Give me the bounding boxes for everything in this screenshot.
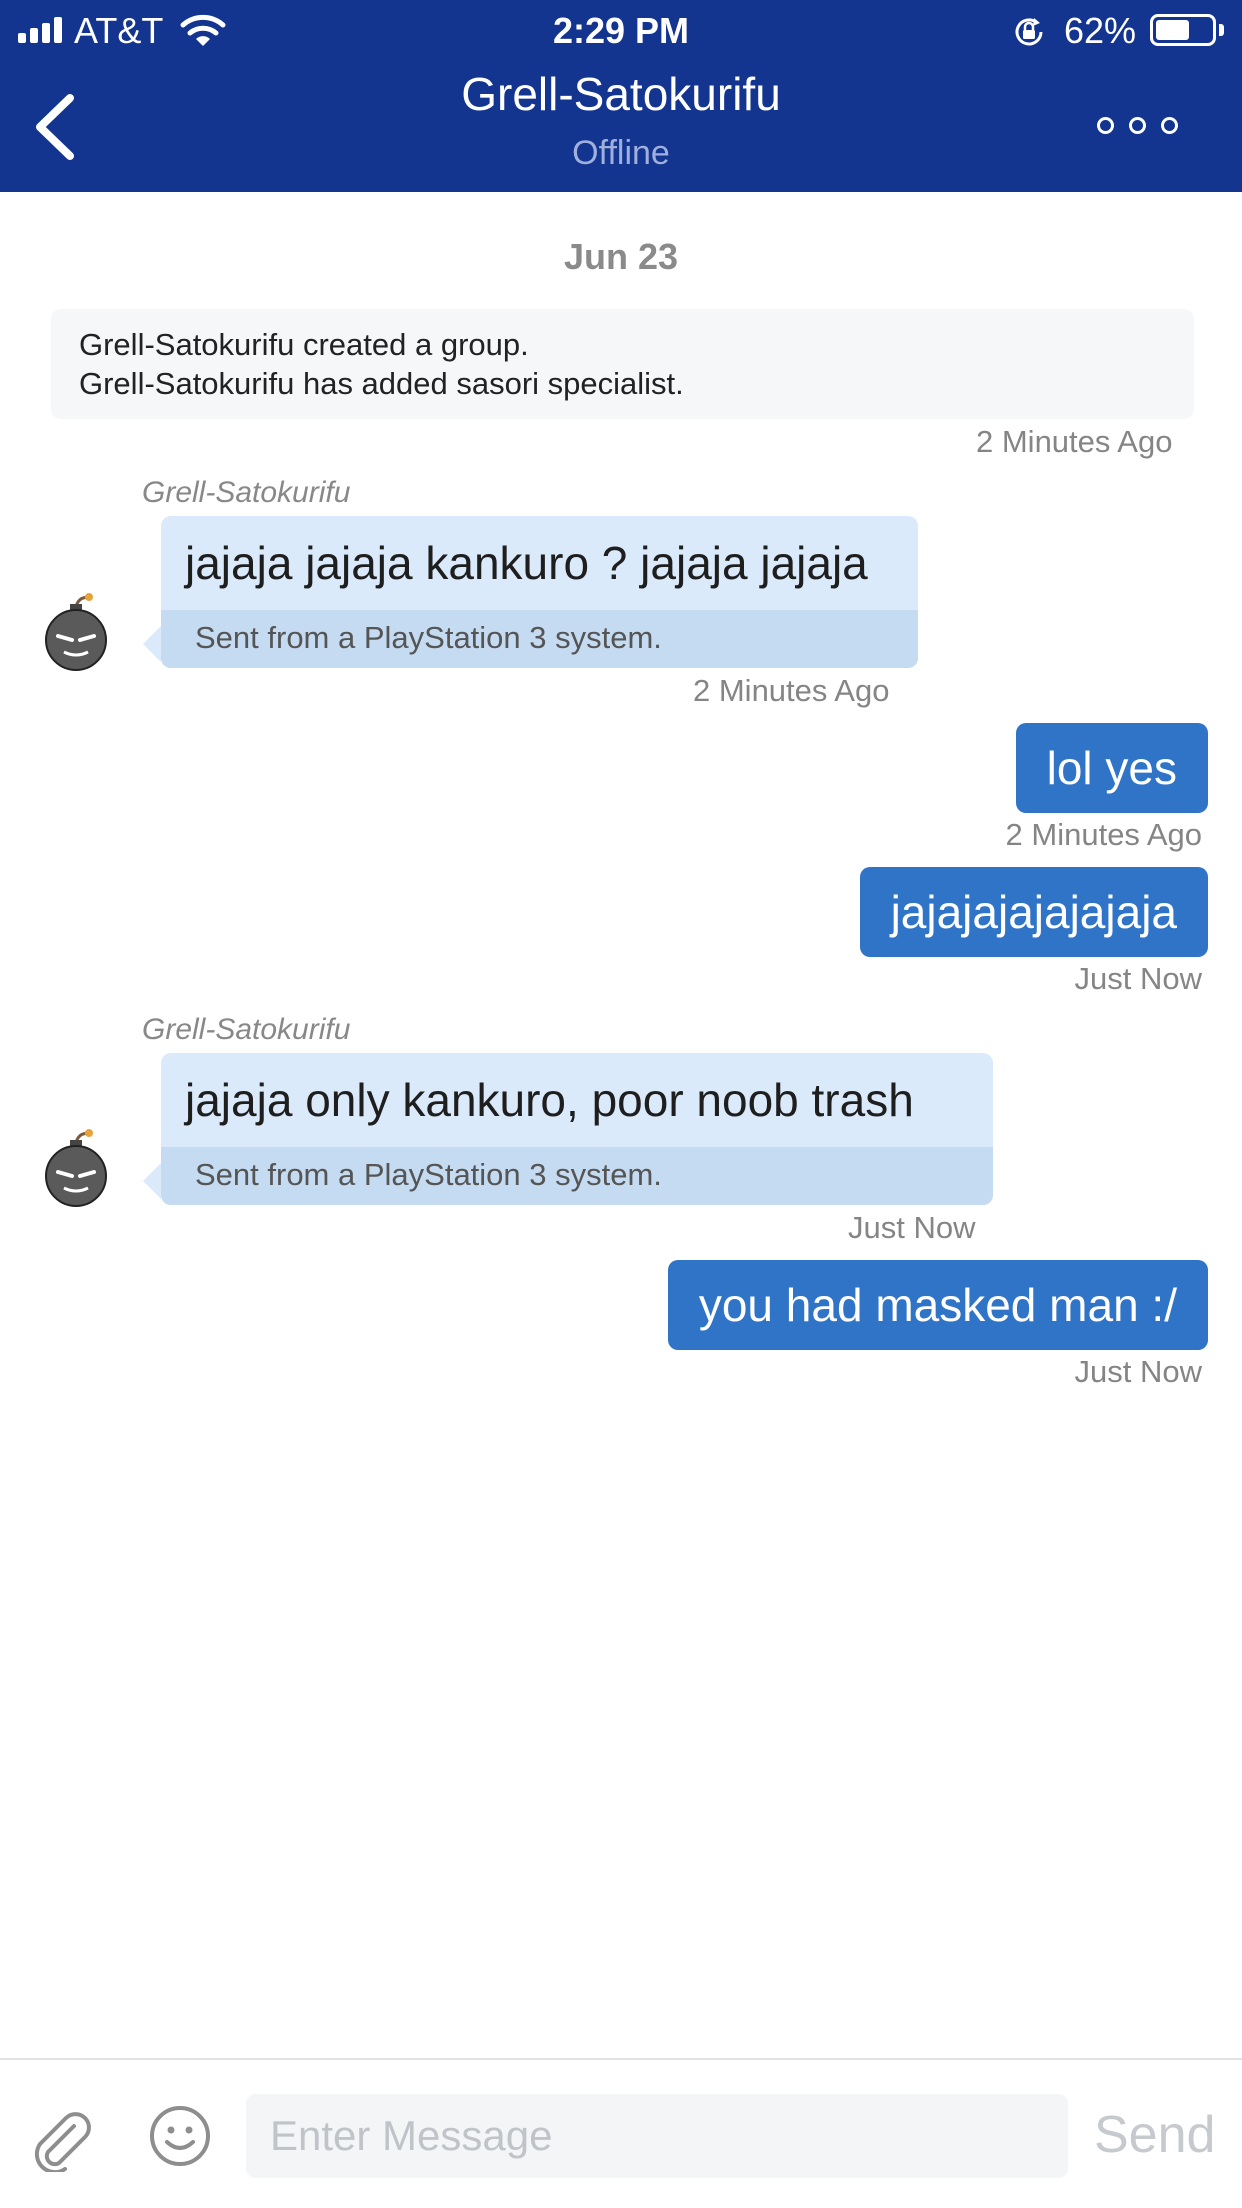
message-input[interactable] <box>246 2094 1068 2178</box>
sender-name: Grell-Satokurifu <box>142 1013 351 1046</box>
battery-tip <box>1219 24 1224 36</box>
outgoing-message-bubble[interactable]: jajajajajajajaja <box>859 867 1208 957</box>
more-options-button[interactable] <box>1096 108 1180 142</box>
message-timestamp: 2 Minutes Ago <box>976 424 1173 459</box>
battery-percent: 62% <box>1064 10 1137 51</box>
compose-bar: Send <box>0 2058 1242 2208</box>
message-timestamp: 2 Minutes Ago <box>693 673 890 708</box>
incoming-message-bubble[interactable]: jajaja jajaja kankuro ? jajaja jajaja Se… <box>143 516 918 668</box>
emoji-button[interactable] <box>148 2104 212 2168</box>
rotation-lock-icon <box>1015 18 1043 46</box>
incoming-message-bubble[interactable]: jajaja only kankuro, poor noob trash Sen… <box>143 1053 993 1205</box>
message-text: jajaja only kankuro, poor noob trash <box>185 1074 914 1126</box>
status-bar: AT&T 2:29 PM 62% <box>0 0 1242 62</box>
sender-name: Grell-Satokurifu <box>142 476 351 509</box>
attach-button[interactable] <box>28 2106 94 2175</box>
battery-icon <box>1150 14 1216 46</box>
date-separator: Jun 23 <box>563 236 679 277</box>
send-button[interactable]: Send <box>1094 2102 1215 2168</box>
bomb-avatar-icon[interactable] <box>40 1128 112 1208</box>
smiley-icon <box>150 2106 210 2166</box>
message-timestamp: 2 Minutes Ago <box>1005 817 1202 852</box>
message-timestamp: Just Now <box>848 1210 976 1245</box>
bomb-avatar-icon[interactable] <box>40 592 112 672</box>
presence-status: Offline <box>572 134 670 172</box>
paperclip-icon <box>34 2112 91 2175</box>
system-line: Grell-Satokurifu created a group. <box>79 327 529 362</box>
status-time: 2:29 PM <box>552 10 690 51</box>
message-timestamp: Just Now <box>1074 961 1202 996</box>
message-footer: Sent from a PlayStation 3 system. <box>161 610 918 668</box>
system-message: Grell-Satokurifu created a group. Grell-… <box>51 309 1194 419</box>
message-timestamp: Just Now <box>1074 1354 1202 1389</box>
message-footer: Sent from a PlayStation 3 system. <box>161 1147 993 1205</box>
header-bar: AT&T 2:29 PM 62% Grell-Satokurifu Offlin… <box>0 0 1242 192</box>
outgoing-message-bubble[interactable]: you had masked man :/ <box>667 1260 1208 1350</box>
system-line: Grell-Satokurifu has added sasori specia… <box>79 366 684 401</box>
message-text: jajaja jajaja kankuro ? jajaja jajaja <box>185 537 868 589</box>
outgoing-message-bubble[interactable]: lol yes <box>1015 723 1208 813</box>
conversation-title: Grell-Satokurifu <box>461 68 781 120</box>
